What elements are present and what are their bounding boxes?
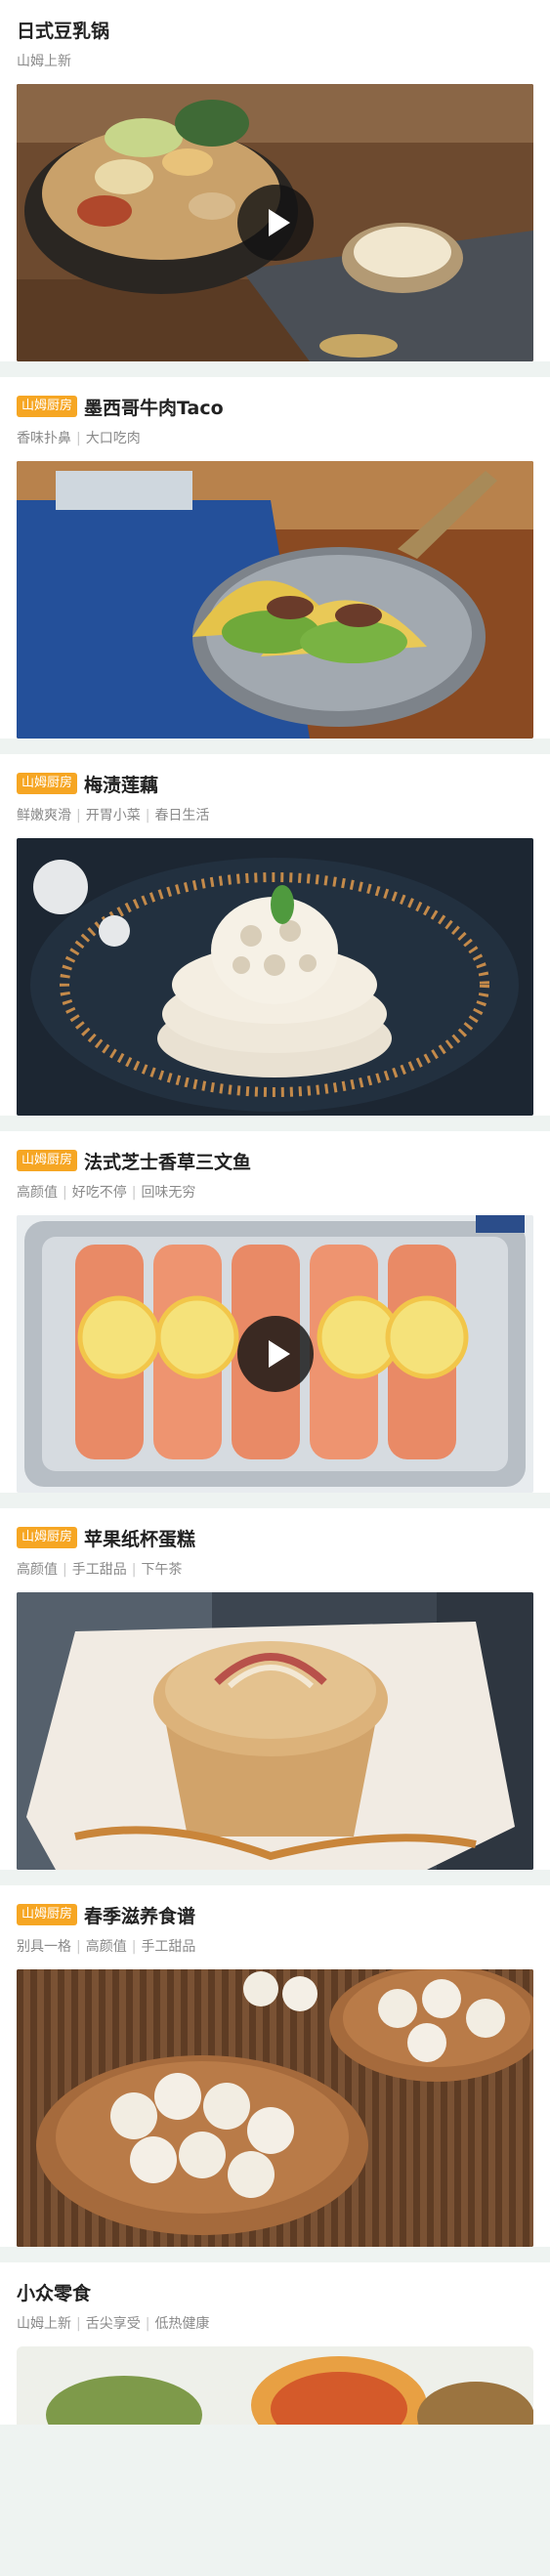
card-header: 山姆厨房 法式芝士香草三文鱼 高颜值 | 好吃不停 | 回味无穷	[17, 1147, 533, 1215]
card-header: 日式豆乳锅 山姆上新	[17, 16, 533, 84]
card-title[interactable]: 苹果纸杯蛋糕	[84, 1525, 195, 1551]
card-tag: 山姆上新	[17, 2316, 71, 2332]
card-tags: 高颜值 | 好吃不停 | 回味无穷	[17, 1182, 533, 1202]
title-row: 山姆厨房 梅渍莲藕	[17, 770, 533, 797]
tag-divider: |	[131, 1185, 137, 1201]
tag-divider: |	[145, 2316, 150, 2332]
card-tag: 开胃小菜	[85, 808, 141, 823]
title-row: 日式豆乳锅	[17, 16, 533, 43]
kitchen-badge: 山姆厨房	[17, 1904, 78, 1925]
card-tag: 高颜值	[17, 1562, 58, 1578]
tag-divider: |	[76, 1939, 81, 1955]
tag-divider: |	[63, 1562, 67, 1578]
card-title[interactable]: 梅渍莲藕	[84, 771, 158, 797]
card-tag: 大口吃肉	[85, 431, 141, 446]
tag-divider: |	[145, 808, 150, 823]
recipe-card[interactable]: 山姆厨房 墨西哥牛肉Taco 香味扑鼻 | 大口吃肉	[0, 377, 550, 739]
kitchen-badge: 山姆厨房	[17, 1527, 78, 1548]
card-title[interactable]: 法式芝士香草三文鱼	[84, 1148, 251, 1174]
tag-divider: |	[63, 1185, 67, 1201]
card-tag: 高颜值	[85, 1939, 127, 1955]
recipe-card[interactable]: 山姆厨房 苹果纸杯蛋糕 高颜值 | 手工甜品 | 下午茶	[0, 1508, 550, 1870]
card-tag: 香味扑鼻	[17, 431, 71, 446]
card-title[interactable]: 小众零食	[17, 2279, 91, 2305]
card-tag: 手工甜品	[71, 1562, 127, 1578]
card-tags: 山姆上新	[17, 51, 533, 70]
card-tag: 鲜嫩爽滑	[17, 808, 71, 823]
tag-divider: |	[131, 1562, 137, 1578]
beef-taco-image[interactable]	[17, 461, 533, 739]
card-header: 山姆厨房 梅渍莲藕 鲜嫩爽滑 | 开胃小菜 | 春日生活	[17, 770, 533, 838]
recipe-card[interactable]: 日式豆乳锅 山姆上新	[0, 0, 550, 361]
card-tags: 山姆上新 | 舌尖享受 | 低热健康	[17, 2313, 533, 2333]
recipe-card[interactable]: 小众零食 山姆上新 | 舌尖享受 | 低热健康	[0, 2262, 550, 2425]
card-header: 山姆厨房 苹果纸杯蛋糕 高颜值 | 手工甜品 | 下午茶	[17, 1524, 533, 1592]
card-tags: 高颜值 | 手工甜品 | 下午茶	[17, 1559, 533, 1579]
tag-divider: |	[76, 2316, 81, 2332]
snack-image[interactable]	[17, 2346, 533, 2425]
card-tag: 好吃不停	[71, 1185, 127, 1201]
kitchen-badge: 山姆厨房	[17, 396, 78, 417]
card-header: 山姆厨房 春季滋养食谱 别具一格 | 高颜值 | 手工甜品	[17, 1901, 533, 1969]
card-header: 山姆厨房 墨西哥牛肉Taco 香味扑鼻 | 大口吃肉	[17, 393, 533, 461]
lotus-seed-recipe-image[interactable]	[17, 1969, 533, 2247]
tag-divider: |	[76, 431, 81, 446]
tag-divider: |	[76, 808, 81, 823]
plum-lotus-root-image[interactable]	[17, 838, 533, 1116]
card-tag: 手工甜品	[141, 1939, 196, 1955]
recipe-card[interactable]: 山姆厨房 法式芝士香草三文鱼 高颜值 | 好吃不停 | 回味无穷	[0, 1131, 550, 1493]
play-video-button[interactable]	[236, 185, 314, 261]
card-title[interactable]: 春季滋养食谱	[84, 1902, 195, 1928]
card-tag: 山姆上新	[17, 54, 71, 69]
recipe-card[interactable]: 山姆厨房 梅渍莲藕 鲜嫩爽滑 | 开胃小菜 | 春日生活	[0, 754, 550, 1116]
kitchen-badge: 山姆厨房	[17, 1150, 78, 1171]
tag-divider: |	[131, 1939, 137, 1955]
title-row: 小众零食	[17, 2278, 533, 2305]
card-tag: 舌尖享受	[85, 2316, 141, 2332]
card-tag: 别具一格	[17, 1939, 71, 1955]
card-tag: 低热健康	[154, 2316, 210, 2332]
apple-cupcake-image[interactable]	[17, 1592, 533, 1870]
title-row: 山姆厨房 法式芝士香草三文鱼	[17, 1147, 533, 1174]
recipe-card[interactable]: 山姆厨房 春季滋养食谱 别具一格 | 高颜值 | 手工甜品	[0, 1885, 550, 2247]
play-video-button[interactable]	[236, 1316, 314, 1392]
title-row: 山姆厨房 苹果纸杯蛋糕	[17, 1524, 533, 1551]
cheese-herb-salmon-image[interactable]	[17, 1215, 533, 1493]
title-row: 山姆厨房 墨西哥牛肉Taco	[17, 393, 533, 420]
soy-milk-hotpot-image[interactable]	[17, 84, 533, 361]
card-tag: 高颜值	[17, 1185, 58, 1201]
recipe-feed: 日式豆乳锅 山姆上新 山姆厨房 墨西哥牛肉Taco 香味扑鼻 | 大口吃肉 山姆…	[0, 0, 550, 2425]
title-row: 山姆厨房 春季滋养食谱	[17, 1901, 533, 1928]
card-title[interactable]: 日式豆乳锅	[17, 17, 109, 43]
card-header: 小众零食 山姆上新 | 舌尖享受 | 低热健康	[17, 2278, 533, 2346]
card-title[interactable]: 墨西哥牛肉Taco	[84, 394, 224, 420]
card-tag: 春日生活	[154, 808, 210, 823]
card-tag: 回味无穷	[141, 1185, 196, 1201]
kitchen-badge: 山姆厨房	[17, 773, 78, 794]
card-tags: 鲜嫩爽滑 | 开胃小菜 | 春日生活	[17, 805, 533, 824]
card-tags: 香味扑鼻 | 大口吃肉	[17, 428, 533, 447]
card-tags: 别具一格 | 高颜值 | 手工甜品	[17, 1936, 533, 1956]
card-tag: 下午茶	[141, 1562, 183, 1578]
